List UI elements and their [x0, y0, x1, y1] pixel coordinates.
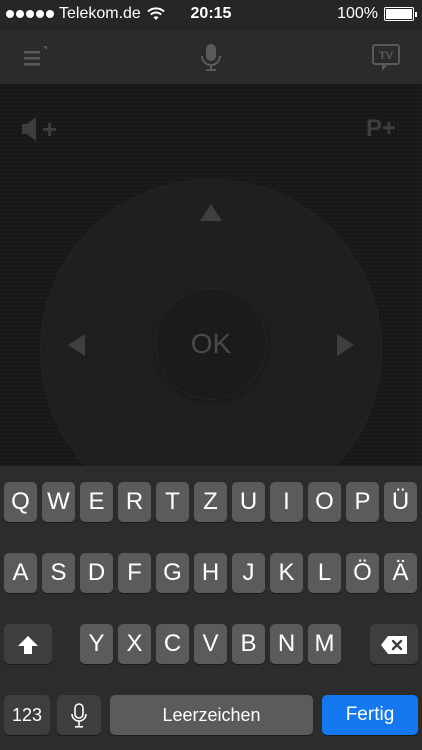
key-oe[interactable]: Ö — [346, 553, 379, 593]
backspace-icon — [381, 635, 407, 654]
key-ue[interactable]: Ü — [384, 482, 417, 522]
volume-up-button[interactable]: + — [20, 114, 64, 144]
microphone-icon — [201, 44, 221, 71]
keyboard: Q W E R T Z U I O P Ü A S D F G H J K L … — [0, 466, 422, 750]
tv-button[interactable]: TV — [370, 40, 404, 74]
status-bar: Telekom.de 20:15 100% — [0, 0, 422, 30]
key-h[interactable]: H — [194, 553, 227, 593]
backspace-key[interactable] — [370, 624, 418, 664]
key-y[interactable]: Y — [80, 624, 113, 664]
volume-up-icon — [22, 117, 36, 141]
space-key[interactable]: Leerzeichen — [110, 695, 313, 735]
key-ae[interactable]: Ä — [384, 553, 417, 593]
ok-button[interactable]: OK — [156, 289, 266, 399]
program-up-label: P+ — [366, 115, 397, 142]
arrow-up-icon[interactable] — [200, 204, 222, 221]
key-k[interactable]: K — [270, 553, 303, 593]
key-z[interactable]: Z — [194, 482, 227, 522]
battery-icon — [384, 7, 417, 21]
shift-key[interactable] — [4, 624, 52, 664]
key-f[interactable]: F — [118, 553, 151, 593]
dictation-key[interactable] — [57, 695, 101, 735]
voice-button[interactable] — [194, 40, 228, 74]
tv-label: TV — [379, 50, 394, 62]
battery-percent: 100% — [337, 5, 378, 22]
key-r[interactable]: R — [118, 482, 151, 522]
menu-button[interactable] — [18, 40, 52, 74]
key-v[interactable]: V — [194, 624, 227, 664]
arrow-left-icon[interactable] — [68, 334, 85, 356]
key-g[interactable]: G — [156, 553, 189, 593]
key-m[interactable]: M — [308, 624, 341, 664]
key-l[interactable]: L — [308, 553, 341, 593]
key-t[interactable]: T — [156, 482, 189, 522]
tv-icon: TV — [372, 44, 400, 71]
program-up-button[interactable]: P+ — [366, 114, 406, 144]
key-i[interactable]: I — [270, 482, 303, 522]
dictation-mic-icon — [71, 702, 87, 728]
key-e[interactable]: E — [80, 482, 113, 522]
shift-icon — [18, 635, 38, 654]
key-u[interactable]: U — [232, 482, 265, 522]
key-j[interactable]: J — [232, 553, 265, 593]
top-toolbar: TV — [0, 30, 422, 85]
key-q[interactable]: Q — [4, 482, 37, 522]
remote-control-area: + P+ OK — [0, 84, 422, 521]
arrow-right-icon[interactable] — [337, 334, 354, 356]
key-s[interactable]: S — [42, 553, 75, 593]
key-w[interactable]: W — [42, 482, 75, 522]
done-key[interactable]: Fertig — [322, 695, 418, 735]
key-d[interactable]: D — [80, 553, 113, 593]
key-n[interactable]: N — [270, 624, 303, 664]
key-b[interactable]: B — [232, 624, 265, 664]
key-c[interactable]: C — [156, 624, 189, 664]
numbers-key[interactable]: 123 — [4, 695, 50, 735]
menu-icon — [24, 46, 47, 66]
key-p[interactable]: P — [346, 482, 379, 522]
key-a[interactable]: A — [4, 553, 37, 593]
key-o[interactable]: O — [308, 482, 341, 522]
status-right: 100% — [337, 5, 417, 23]
volume-plus-label: + — [42, 114, 58, 144]
key-x[interactable]: X — [118, 624, 151, 664]
